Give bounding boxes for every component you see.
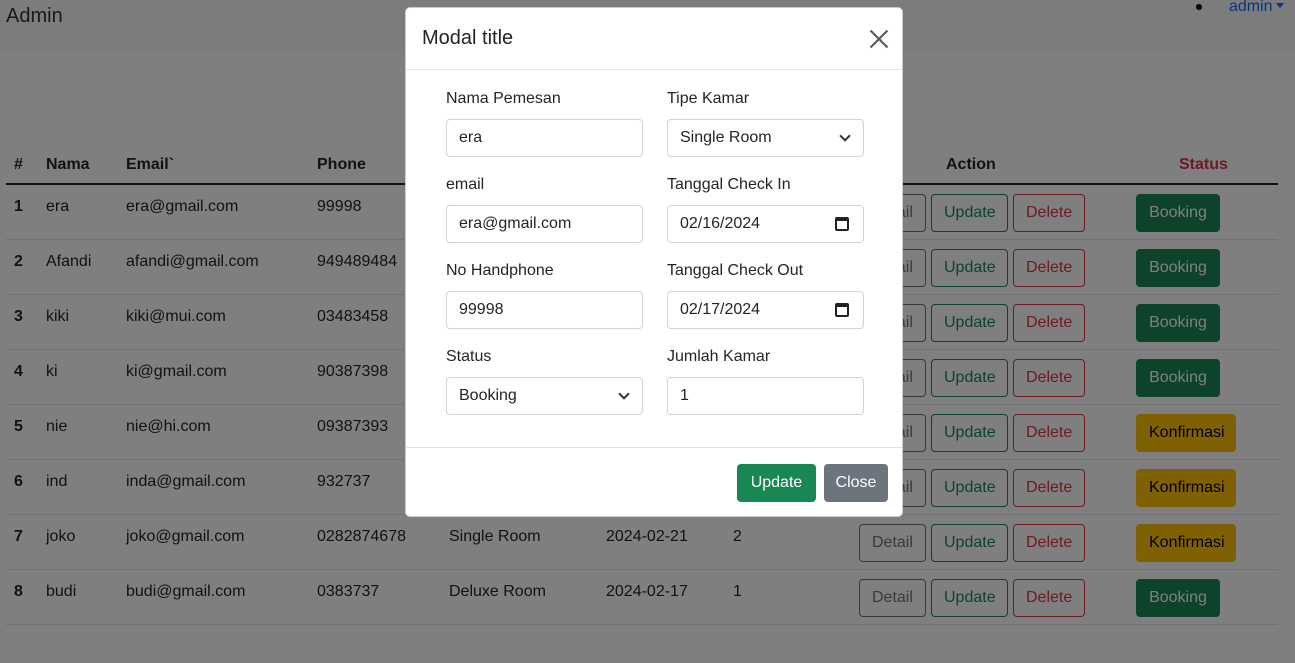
label-jumlah-kamar: Jumlah Kamar bbox=[667, 348, 771, 365]
chevron-down-icon bbox=[839, 130, 851, 142]
close-button[interactable]: Close bbox=[824, 464, 888, 502]
status-select[interactable]: Booking bbox=[446, 377, 643, 415]
update-button[interactable]: Update bbox=[737, 464, 816, 502]
label-nama-pemesan: Nama Pemesan bbox=[446, 90, 561, 107]
label-no-handphone: No Handphone bbox=[446, 262, 554, 279]
label-email: email bbox=[446, 176, 485, 193]
edit-booking-modal: Modal title Nama Pemesan era Tipe Kamar … bbox=[405, 7, 903, 517]
modal-title: Modal title bbox=[422, 27, 514, 49]
label-check-out: Tanggal Check Out bbox=[667, 262, 804, 279]
check-in-value: 02/16/2024 bbox=[680, 215, 761, 232]
close-icon[interactable] bbox=[868, 28, 890, 50]
email-input[interactable]: era@gmail.com bbox=[446, 205, 643, 243]
page: Admin admin # Nama Email` Phone Action S… bbox=[0, 0, 1295, 663]
check-in-date-input[interactable]: 02/16/2024 bbox=[667, 205, 864, 243]
tipe-kamar-value: Single Room bbox=[680, 129, 772, 146]
modal-header: Modal title bbox=[406, 8, 902, 70]
calendar-icon[interactable] bbox=[835, 217, 849, 231]
chevron-down-icon bbox=[618, 388, 630, 400]
label-status: Status bbox=[446, 348, 492, 365]
calendar-icon[interactable] bbox=[835, 303, 849, 317]
check-out-value: 02/17/2024 bbox=[680, 301, 761, 318]
label-check-in: Tanggal Check In bbox=[667, 176, 791, 193]
jumlah-kamar-input[interactable]: 1 bbox=[667, 377, 864, 415]
modal-footer: Update Close bbox=[406, 447, 902, 516]
phone-input[interactable]: 99998 bbox=[446, 291, 643, 329]
label-tipe-kamar: Tipe Kamar bbox=[667, 90, 750, 107]
status-value: Booking bbox=[459, 387, 517, 404]
tipe-kamar-select[interactable]: Single Room bbox=[667, 119, 864, 157]
check-out-date-input[interactable]: 02/17/2024 bbox=[667, 291, 864, 329]
nama-pemesan-input[interactable]: era bbox=[446, 119, 643, 157]
